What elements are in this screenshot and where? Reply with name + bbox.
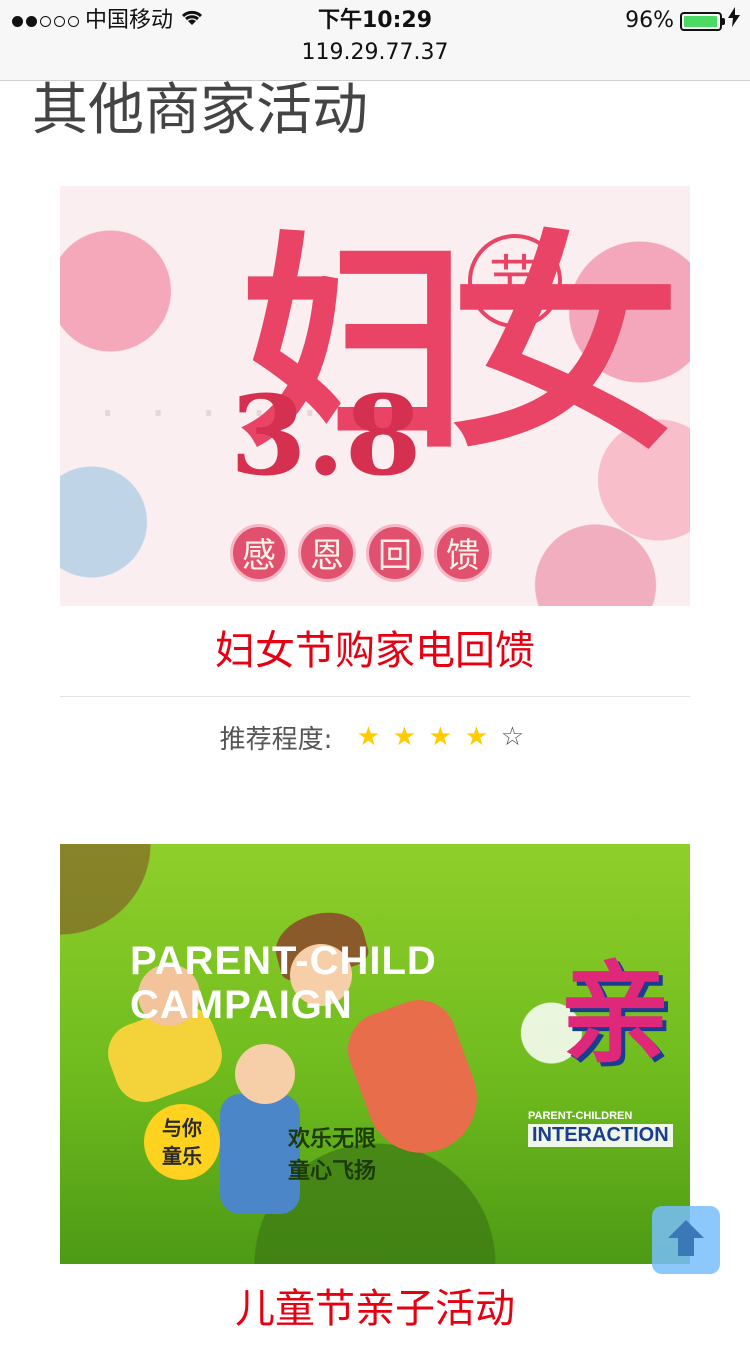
activity-card[interactable]: PARENT-CHILD CAMPAIGN 与你 童乐 欢乐无限 童心飞扬 亲 …	[60, 844, 690, 1354]
rating-stars: ★ ★ ★ ★ ☆	[350, 722, 530, 752]
banner-pill: 回	[366, 524, 424, 582]
status-bar: 中国移动 下午10:29 96% 119.29.77.37	[0, 0, 750, 81]
address-url[interactable]: 119.29.77.37	[0, 38, 750, 68]
banner-tag: 与你 童乐	[144, 1104, 220, 1180]
banner-english-title: PARENT-CHILD CAMPAIGN	[130, 939, 437, 1027]
banner-slogan: 欢乐无限 童心飞扬	[288, 1127, 377, 1184]
battery-icon	[680, 11, 725, 31]
star-filled-icon: ★	[392, 722, 417, 752]
back-to-top-button[interactable]	[652, 1206, 720, 1274]
banner-pill: 感	[230, 524, 288, 582]
star-filled-icon: ★	[464, 722, 489, 752]
page-title: 其他商家活动	[32, 78, 368, 143]
banner-subtitle: PARENT-CHILDREN	[528, 1110, 633, 1122]
arrow-up-icon	[664, 1216, 708, 1264]
star-filled-icon: ★	[428, 722, 453, 752]
battery-group: 96%	[625, 6, 740, 36]
star-filled-icon: ★	[356, 722, 381, 752]
activity-banner-image[interactable]: PARENT-CHILD CAMPAIGN 与你 童乐 欢乐无限 童心飞扬 亲 …	[60, 844, 690, 1264]
activity-card[interactable]: · · · · · 妇女 3.8 节 感 恩 回 馈 妇女节购家电回馈 推荐程度…	[60, 186, 690, 777]
star-empty-icon: ☆	[500, 722, 525, 752]
activity-title[interactable]: 妇女节购家电回馈	[60, 606, 690, 696]
figure-shape	[235, 1044, 295, 1104]
banner-pills: 感 恩 回 馈	[230, 524, 492, 582]
banner-seal: 节	[468, 234, 562, 328]
banner-interaction: INTERACTION	[528, 1124, 673, 1147]
battery-percent: 96%	[625, 8, 674, 33]
activity-title[interactable]: 儿童节亲子活动	[60, 1264, 690, 1354]
banner-pill: 恩	[298, 524, 356, 582]
rating-label: 推荐程度:	[219, 724, 333, 755]
banner-pill: 馈	[434, 524, 492, 582]
banner-number: 3.8	[230, 371, 422, 500]
bolt-icon	[728, 6, 740, 36]
banner-big-text: 亲	[560, 950, 670, 1078]
rating-row: 推荐程度: ★ ★ ★ ★ ☆	[60, 697, 690, 777]
activity-banner-image[interactable]: · · · · · 妇女 3.8 节 感 恩 回 馈	[60, 186, 690, 606]
